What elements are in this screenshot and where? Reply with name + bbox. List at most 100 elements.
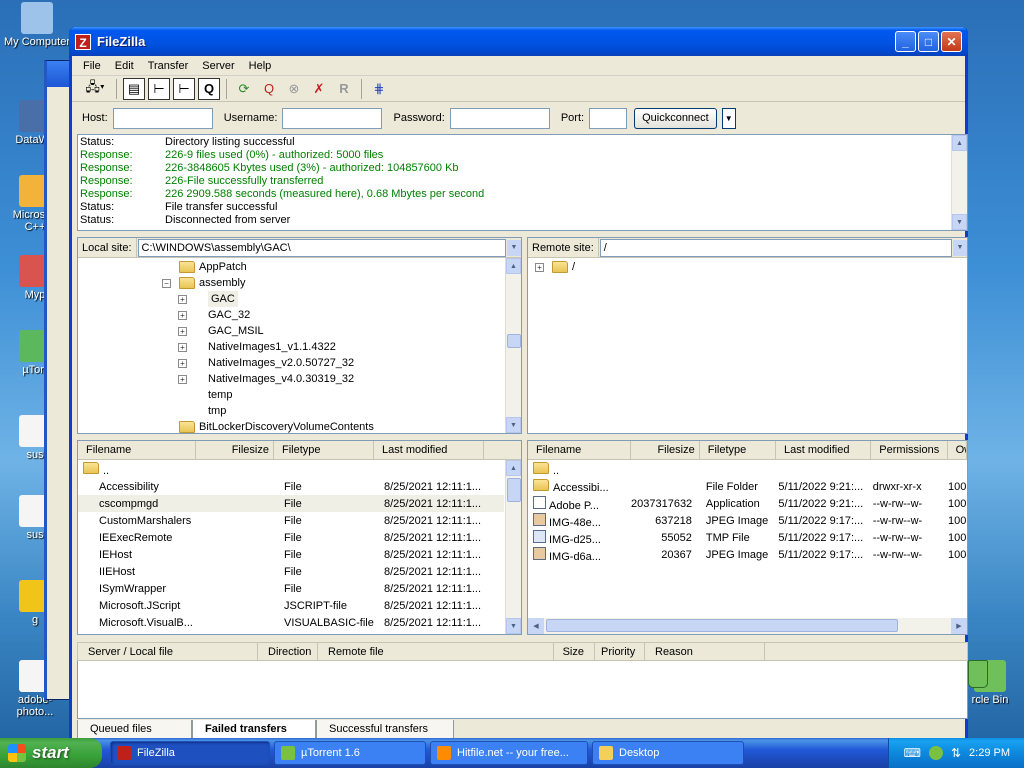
local-tree-node[interactable]: + NativeImages1_v1.1.4322 xyxy=(178,339,336,355)
expand-icon[interactable]: + xyxy=(178,342,187,352)
remote-col-header[interactable]: Filesize xyxy=(631,441,700,459)
collapse-icon[interactable]: − xyxy=(162,278,171,288)
host-input[interactable] xyxy=(112,107,213,129)
remote-file-row[interactable]: .. xyxy=(528,461,967,478)
local-file-row[interactable]: .. xyxy=(78,461,504,478)
local-file-row[interactable]: Accessibility File 8/25/2021 12:11:1... xyxy=(78,478,504,495)
local-file-row[interactable]: ISymWrapper File 8/25/2021 12:11:1... xyxy=(78,580,504,597)
maximize-button[interactable]: □ xyxy=(918,31,939,52)
scroll-down-icon[interactable]: ▼ xyxy=(506,417,521,433)
local-tree-node[interactable]: + GAC_32 xyxy=(178,307,250,323)
local-file-row[interactable]: IIEHost File 8/25/2021 12:11:1... xyxy=(78,563,504,580)
username-input[interactable] xyxy=(282,107,383,129)
network-icon[interactable]: ⇅ xyxy=(951,746,961,760)
queue-col-size[interactable]: Size xyxy=(554,643,584,660)
remote-col-header[interactable]: Permissions xyxy=(871,441,948,459)
process-queue-icon[interactable]: Q xyxy=(258,78,280,100)
queue-col-remote[interactable]: Remote file xyxy=(318,643,554,660)
taskbar-task[interactable]: µTorrent 1.6 xyxy=(274,741,426,765)
scroll-up-icon[interactable]: ▲ xyxy=(952,135,967,151)
compare-icon[interactable]: ⋕ xyxy=(368,78,390,100)
menu-edit[interactable]: Edit xyxy=(108,60,141,72)
reconnect-icon[interactable]: R xyxy=(333,78,355,100)
desktop-icon[interactable]: My Computer xyxy=(2,2,72,48)
log-scrollbar[interactable]: ▲ ▼ xyxy=(951,135,967,230)
local-col-header[interactable]: Filetype xyxy=(274,441,374,459)
remote-col-header[interactable]: Filename xyxy=(528,441,631,459)
queue-col-direction[interactable]: Direction xyxy=(258,643,318,660)
local-file-row[interactable]: IEHost File 8/25/2021 12:11:1... xyxy=(78,546,504,563)
queue-col-priority[interactable]: Priority xyxy=(595,643,645,660)
tab-queued-files[interactable]: Queued files xyxy=(77,720,192,740)
recycle-bin-icon[interactable] xyxy=(968,660,988,688)
tab-successful-transfers[interactable]: Successful transfers (13) xyxy=(316,720,454,753)
disconnect-icon[interactable]: ✗ xyxy=(308,78,330,100)
remote-file-row[interactable]: IMG-d6a... 20367 JPEG Image 5/11/2022 9:17:… xyxy=(528,546,967,563)
expand-icon[interactable]: + xyxy=(535,262,544,272)
close-button[interactable]: ✕ xyxy=(941,31,962,52)
remote-file-row[interactable]: IMG-d25... 55052 TMP File 5/11/2022 9:17:..… xyxy=(528,529,967,546)
scroll-thumb[interactable] xyxy=(507,478,521,502)
utorrent-tray-icon[interactable] xyxy=(928,746,943,760)
local-tree-node[interactable]: AppPatch xyxy=(162,259,247,275)
cancel-icon[interactable]: ⊗ xyxy=(283,78,305,100)
queue-col-server[interactable]: Server / Local file xyxy=(78,643,258,660)
scroll-thumb[interactable] xyxy=(507,334,521,348)
local-tree-node[interactable]: tmp xyxy=(178,403,226,419)
local-file-row[interactable]: CustomMarshalers File 8/25/2021 12:11:1... xyxy=(78,512,504,529)
remote-files-hscrollbar[interactable]: ◀ ▶ xyxy=(528,618,967,634)
remote-col-header[interactable]: Last modified xyxy=(776,441,872,459)
remote-file-row[interactable]: Accessibi... File Folder 5/11/2022 9:21:..… xyxy=(528,478,967,495)
scroll-down-icon[interactable]: ▼ xyxy=(506,618,521,634)
scroll-right-icon[interactable]: ▶ xyxy=(951,618,967,634)
clock[interactable]: 2:29 PM xyxy=(969,747,1010,759)
refresh-icon[interactable]: ⟳ xyxy=(233,78,255,100)
menu-help[interactable]: Help xyxy=(242,60,279,72)
menu-file[interactable]: File xyxy=(76,60,108,72)
quickconnect-button[interactable]: Quickconnect xyxy=(634,107,717,129)
local-file-row[interactable]: cscompmgd File 8/25/2021 12:11:1... xyxy=(78,495,504,512)
toggle-queue-icon[interactable]: Q xyxy=(198,77,220,100)
expand-icon[interactable]: + xyxy=(178,374,187,384)
keyboard-icon[interactable]: ⌨ xyxy=(904,746,921,760)
local-file-row[interactable]: IEExecRemote File 8/25/2021 12:11:1... xyxy=(78,529,504,546)
expand-icon[interactable]: + xyxy=(178,358,187,368)
expand-icon[interactable]: + xyxy=(178,310,187,320)
expand-icon[interactable]: + xyxy=(178,294,187,304)
scroll-left-icon[interactable]: ◀ xyxy=(528,618,544,634)
port-input[interactable] xyxy=(589,107,628,129)
taskbar-task[interactable]: Hitfile.net -- your free... xyxy=(430,741,588,765)
taskbar-task[interactable]: Desktop xyxy=(592,741,744,765)
scroll-up-icon[interactable]: ▲ xyxy=(506,258,521,274)
quickconnect-dropdown[interactable]: ▼ xyxy=(721,107,736,129)
password-input[interactable] xyxy=(449,107,550,129)
local-tree-node[interactable]: + NativeImages_v2.0.50727_32 xyxy=(178,355,354,371)
toggle-remote-tree-icon[interactable]: ⊢ xyxy=(173,77,195,100)
remote-tree-node[interactable]: + / xyxy=(535,259,575,275)
local-col-header[interactable]: Last modified xyxy=(374,441,484,459)
local-tree-node[interactable]: + GAC xyxy=(178,291,238,307)
local-col-header[interactable]: Filesize xyxy=(196,441,274,459)
toggle-log-icon[interactable]: ▤ xyxy=(123,77,145,100)
local-tree-scrollbar[interactable]: ▲ ▼ xyxy=(505,258,521,433)
local-tree-node[interactable]: BitLockerDiscoveryVolumeContents xyxy=(162,419,374,433)
menu-server[interactable]: Server xyxy=(195,60,241,72)
remote-file-row[interactable]: IMG-48e... 637218 JPEG Image 5/11/2022 9:17… xyxy=(528,512,967,529)
minimize-button[interactable]: _ xyxy=(895,31,916,52)
local-tree-node[interactable]: + GAC_MSIL xyxy=(178,323,264,339)
scroll-thumb[interactable] xyxy=(546,619,898,632)
queue-list[interactable] xyxy=(77,661,968,719)
local-tree-node[interactable]: − assembly xyxy=(162,275,245,291)
local-file-row[interactable]: Microsoft.VisualB... VISUALBASIC-file 8/25… xyxy=(78,614,504,631)
remote-col-header[interactable]: Filetype xyxy=(700,441,777,459)
site-manager-icon[interactable]: 🖧▾ xyxy=(80,78,110,100)
scroll-up-icon[interactable]: ▲ xyxy=(506,460,521,476)
tab-failed-transfers[interactable]: Failed transfers xyxy=(192,720,316,740)
taskbar-task[interactable]: FileZilla xyxy=(110,741,270,765)
toggle-local-tree-icon[interactable]: ⊢ xyxy=(148,77,170,100)
title-bar[interactable]: Z FileZilla _ □ ✕ xyxy=(69,27,968,56)
queue-col-reason[interactable]: Reason xyxy=(645,643,765,660)
remote-file-row[interactable]: Adobe P... 2037317632 Application 5/11/2022… xyxy=(528,495,967,512)
local-path-dropdown-icon[interactable]: ▼ xyxy=(507,239,521,256)
local-files-scrollbar[interactable]: ▲ ▼ xyxy=(505,460,521,634)
